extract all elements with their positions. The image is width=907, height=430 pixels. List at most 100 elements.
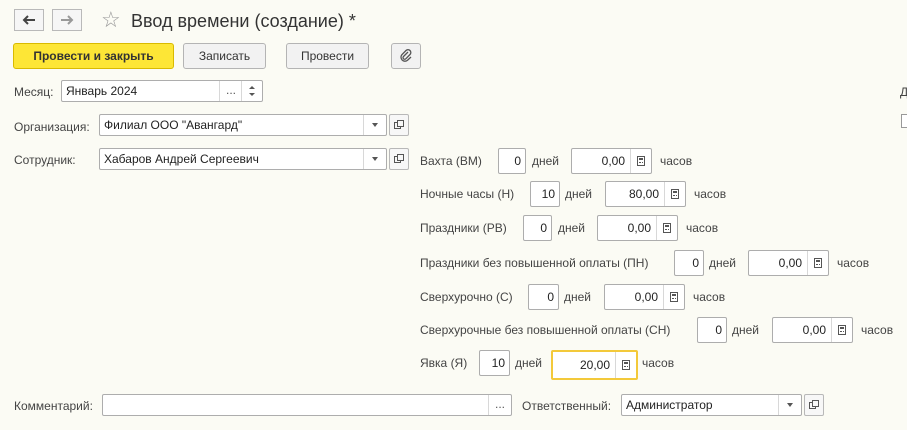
calculator-icon <box>814 258 822 268</box>
paperclip-icon <box>400 49 412 62</box>
organization-label: Организация: <box>14 120 90 134</box>
star-icon[interactable]: ☆ <box>101 8 121 32</box>
calculator-button[interactable] <box>664 182 685 206</box>
hours-input[interactable]: 0,00 <box>571 148 652 174</box>
hours-unit-label: часов <box>694 187 727 201</box>
employee-open-button[interactable] <box>389 148 409 170</box>
responsible-label: Ответственный: <box>522 399 612 413</box>
days-input[interactable]: 0 <box>674 250 704 276</box>
forward-button[interactable] <box>52 9 82 31</box>
days-unit-label: дней <box>532 154 560 168</box>
calculator-button[interactable] <box>831 318 852 342</box>
hours-unit-label: часов <box>642 356 675 370</box>
month-field[interactable]: Январь 2024 ... <box>61 80 263 102</box>
calculator-icon <box>671 189 679 199</box>
days-unit-label: дней <box>558 221 586 235</box>
time-row-label: Сверхурочные без повышенной оплаты (СН) <box>420 323 671 337</box>
month-value: Январь 2024 <box>66 84 138 98</box>
calculator-button[interactable] <box>656 216 677 240</box>
calculator-button[interactable] <box>615 352 636 378</box>
organization-value: Филиал ООО "Авангард" <box>104 118 243 132</box>
calculator-icon <box>637 156 645 166</box>
open-window-icon <box>394 120 404 129</box>
month-spinner[interactable] <box>241 81 262 101</box>
days-value: 10 <box>491 356 505 370</box>
calculator-button[interactable] <box>663 285 684 309</box>
hours-unit-label: часов <box>861 323 894 337</box>
calculator-button[interactable] <box>630 149 651 173</box>
days-unit-label: дней <box>515 356 543 370</box>
days-input[interactable]: 10 <box>530 181 560 207</box>
chevron-down-icon <box>372 157 378 161</box>
employee-field[interactable]: Хабаров Андрей Сергеевич <box>99 148 387 170</box>
chevron-down-icon <box>787 403 793 407</box>
hours-value: 0,00 <box>601 154 625 168</box>
comment-label: Комментарий: <box>14 399 93 413</box>
chevron-down-icon <box>372 123 378 127</box>
open-window-icon <box>809 400 819 409</box>
hours-input[interactable]: 0,00 <box>597 215 678 241</box>
hours-unit-label: часов <box>693 290 726 304</box>
employee-value: Хабаров Андрей Сергеевич <box>104 152 259 166</box>
comment-field[interactable]: ... <box>102 394 512 416</box>
days-input[interactable]: 0 <box>697 317 727 343</box>
days-value: 10 <box>541 187 555 201</box>
time-row-label: Явка (Я) <box>420 356 468 370</box>
days-input[interactable]: 0 <box>523 215 552 241</box>
back-button[interactable] <box>14 9 44 31</box>
time-row-label: Ночные часы (Н) <box>420 187 515 201</box>
arrow-left-icon <box>22 15 35 25</box>
days-unit-label: дней <box>564 290 592 304</box>
hours-unit-label: часов <box>837 256 870 270</box>
hours-input[interactable]: 0,00 <box>748 250 829 276</box>
responsible-dropdown-button[interactable] <box>778 395 801 415</box>
comment-edit-button[interactable]: ... <box>488 395 511 415</box>
save-button[interactable]: Записать <box>183 43 266 69</box>
hours-value: 0,00 <box>778 256 802 270</box>
organization-dropdown-button[interactable] <box>363 115 386 135</box>
arrow-right-icon <box>61 15 74 25</box>
hours-input[interactable]: 0,00 <box>772 317 853 343</box>
month-select-button[interactable]: ... <box>219 81 242 101</box>
right-edge-label: Д <box>900 85 907 99</box>
days-value: 0 <box>514 154 521 168</box>
days-input[interactable]: 10 <box>479 350 510 376</box>
hours-value: 20,00 <box>579 358 610 372</box>
hours-value: 0,00 <box>627 221 651 235</box>
days-value: 0 <box>540 221 547 235</box>
hours-input[interactable]: 80,00 <box>605 181 686 207</box>
hours-value: 0,00 <box>802 323 826 337</box>
hours-unit-label: часов <box>660 154 693 168</box>
post-and-close-button[interactable]: Провести и закрыть <box>13 43 174 69</box>
calculator-icon <box>663 223 671 233</box>
employee-label: Сотрудник: <box>14 153 76 167</box>
organization-open-button[interactable] <box>389 114 409 136</box>
days-unit-label: дней <box>732 323 760 337</box>
days-unit-label: дней <box>565 187 593 201</box>
hours-input[interactable]: 0,00 <box>604 284 685 310</box>
employee-dropdown-button[interactable] <box>363 149 386 169</box>
calculator-icon <box>670 292 678 302</box>
open-window-icon <box>394 154 404 163</box>
month-label: Месяц: <box>14 85 54 99</box>
time-row-label: Праздники (РВ) <box>420 221 507 235</box>
days-value: 0 <box>692 256 699 270</box>
attach-button[interactable] <box>391 43 421 69</box>
hours-input[interactable]: 20,00 <box>551 350 638 380</box>
right-edge-checkbox[interactable] <box>901 114 907 128</box>
responsible-value: Администратор <box>626 398 713 412</box>
responsible-field[interactable]: Администратор <box>621 394 802 416</box>
hours-unit-label: часов <box>686 221 719 235</box>
post-button[interactable]: Провести <box>286 43 369 69</box>
calculator-button[interactable] <box>807 251 828 275</box>
time-row-label: Сверхурочно (С) <box>420 290 513 304</box>
hours-value: 80,00 <box>628 187 659 201</box>
days-input[interactable]: 0 <box>498 148 526 174</box>
responsible-open-button[interactable] <box>804 394 824 416</box>
time-row-label: Вахта (ВМ) <box>420 154 482 168</box>
organization-field[interactable]: Филиал ООО "Авангард" <box>99 114 387 136</box>
days-value: 0 <box>547 290 554 304</box>
time-row-label: Праздники без повышенной оплаты (ПН) <box>420 256 649 270</box>
days-input[interactable]: 0 <box>528 284 559 310</box>
hours-value: 0,00 <box>634 290 658 304</box>
